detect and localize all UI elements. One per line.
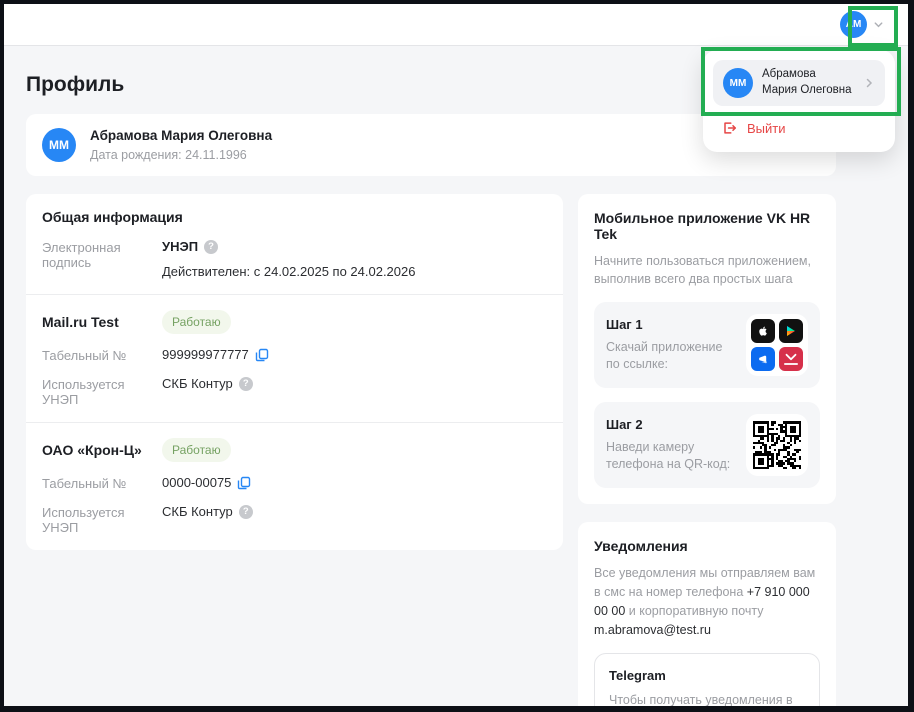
signature-label: Электронная подпись — [42, 239, 162, 270]
unep-provider: СКБ Контур — [162, 504, 233, 519]
mobile-app-subtitle: Начните пользоваться приложением, выполн… — [594, 252, 820, 288]
company-name: ОАО «Крон-Ц» — [42, 442, 162, 458]
logout-button[interactable]: Выйти — [713, 106, 885, 152]
profile-name: Абрамова Мария Олеговна — [90, 128, 272, 143]
telegram-text: Чтобы получать уведомления в Telegram, п… — [609, 691, 805, 712]
profile-birthdate: Дата рождения: 24.11.1996 — [90, 148, 272, 162]
main-content: Профиль MM Абрамова Мария Олеговна Дата … — [26, 73, 836, 712]
logout-label: Выйти — [747, 121, 786, 136]
notifications-text-part2: и корпоративную почту — [625, 604, 763, 618]
personnel-number: 999999977777 — [162, 347, 249, 362]
nashstore-icon[interactable] — [779, 347, 803, 371]
personnel-number-label: Табельный № — [42, 475, 162, 491]
logout-icon — [721, 120, 737, 136]
step1-text: Скачай приложение по ссылке: — [606, 339, 734, 374]
telegram-title: Telegram — [609, 668, 805, 683]
unep-label: Используется УНЭП — [42, 504, 162, 535]
avatar: MM — [723, 68, 753, 98]
company-name: Mail.ru Test — [42, 314, 162, 330]
chevron-down-icon[interactable] — [873, 19, 884, 30]
personnel-number-label: Табельный № — [42, 347, 162, 363]
dropdown-profile-item[interactable]: MM Абрамова Мария Олеговна — [713, 60, 885, 106]
general-info-card: Общая информация Электронная подпись УНЭ… — [26, 194, 563, 550]
help-icon[interactable]: ? — [239, 377, 253, 391]
step2-text: Наведи камеру телефона на QR-код: — [606, 439, 734, 474]
avatar: MM — [42, 128, 76, 162]
copy-icon[interactable] — [237, 476, 251, 490]
account-dropdown: MM Абрамова Мария Олеговна Выйти — [703, 50, 895, 152]
app-window: AM MM Абрамова Мария Олеговна Выйти Проф… — [0, 0, 914, 712]
status-badge: Работаю — [162, 438, 231, 462]
notifications-title: Уведомления — [594, 538, 820, 554]
step2-box: Шаг 2 Наведи камеру телефона на QR-код: — [594, 402, 820, 488]
employment-section: Mail.ru Test Работаю Табельный № 9999999… — [26, 294, 563, 422]
copy-icon[interactable] — [255, 348, 269, 362]
employment-section: ОАО «Крон-Ц» Работаю Табельный № 0000-00… — [26, 422, 563, 550]
top-bar: AM — [4, 4, 908, 46]
notifications-text: Все уведомления мы отправляем вам в смс … — [594, 564, 820, 639]
unep-provider: СКБ Контур — [162, 376, 233, 391]
status-badge: Работаю — [162, 310, 231, 334]
google-play-icon[interactable] — [779, 319, 803, 343]
store-icons-tile — [746, 314, 808, 376]
step1-label: Шаг 1 — [606, 317, 734, 332]
step1-box: Шаг 1 Скачай приложение по ссылке: — [594, 302, 820, 388]
mobile-app-card: Мобильное приложение VK HR Tek Начните п… — [578, 194, 836, 504]
rustore-icon[interactable] — [751, 347, 775, 371]
telegram-box: Telegram Чтобы получать уведомления в Te… — [594, 653, 820, 712]
qr-tile — [746, 414, 808, 476]
help-icon[interactable]: ? — [239, 505, 253, 519]
avatar[interactable]: AM — [840, 11, 867, 38]
qr-code — [753, 421, 801, 469]
mobile-app-title: Мобильное приложение VK HR Tek — [594, 210, 820, 242]
notifications-email: m.abramova@test.ru — [594, 623, 711, 637]
chevron-right-icon — [863, 77, 875, 89]
notifications-card: Уведомления Все уведомления мы отправляе… — [578, 522, 836, 712]
account-menu-trigger[interactable]: AM — [840, 11, 884, 38]
signature-validity: Действителен: с 24.02.2025 по 24.02.2026 — [162, 264, 415, 279]
unep-label: Используется УНЭП — [42, 376, 162, 407]
dropdown-user-name: Абрамова Мария Олеговна — [762, 67, 854, 98]
app-store-icon[interactable] — [751, 319, 775, 343]
step2-label: Шаг 2 — [606, 417, 734, 432]
general-info-title: Общая информация — [42, 209, 547, 225]
signature-value: УНЭП — [162, 239, 198, 254]
personnel-number: 0000-00075 — [162, 475, 231, 490]
help-icon[interactable]: ? — [204, 240, 218, 254]
